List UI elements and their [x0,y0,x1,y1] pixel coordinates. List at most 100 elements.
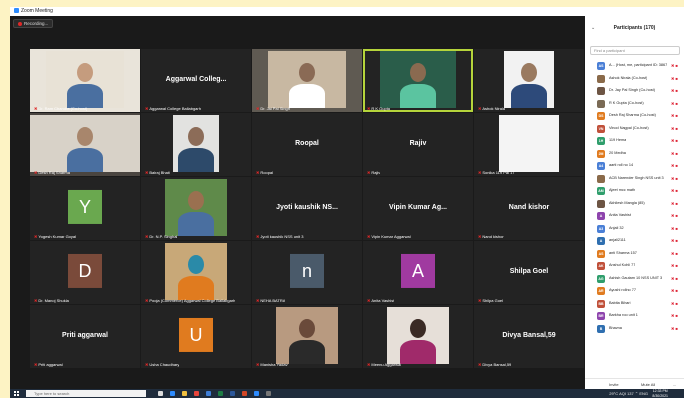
windows-start-icon[interactable] [14,391,19,396]
muted-mic-icon[interactable]: ✖ ■ [671,63,678,68]
mail-icon[interactable] [206,391,211,396]
participant-row[interactable]: BR Barkha roo unit 1 ✖ ■ [585,310,684,323]
muted-mic-icon[interactable]: ✖ ■ [671,188,678,193]
more-button[interactable]: ... [673,382,676,387]
word-icon[interactable] [230,391,235,396]
recording-badge[interactable]: Recording... [13,19,54,28]
system-tray[interactable]: 29°C AQI 137 ⌃ ENG [609,390,648,397]
edge-icon[interactable] [170,391,175,396]
participant-row[interactable]: A4 aarti roll no 14 ✖ ■ [585,160,684,173]
participant-row[interactable]: VN Vinod Nagpal (Co-host) ✖ ■ [585,123,684,136]
participant-row[interactable]: Dr. Jay Pal Singh (Co-host) ✖ ■ [585,85,684,98]
muted-mic-icon[interactable]: ✖ ■ [671,176,678,181]
zoom-icon[interactable] [254,391,259,396]
video-tile[interactable]: A ✖Anita Vashist [363,241,473,304]
video-tile[interactable]: ✖Desh Raj Sharma [30,113,140,176]
participant-name-text: Anita Vashist [371,298,395,303]
participant-row[interactable]: ACB Narender Singh NSS unit 3 ✖ ■ [585,173,684,186]
excel-icon[interactable] [218,391,223,396]
participant-row[interactable]: 2M 20 Medha ✖ ■ [585,148,684,161]
muted-mic-icon[interactable]: ✖ ■ [671,126,678,131]
participant-avatar [597,99,605,108]
participant-name: ACB Narender Singh NSS unit 3 [609,175,664,180]
participant-name-text: Usha Chaudhary [149,362,180,367]
muted-mic-icon[interactable]: ✖ ■ [671,313,678,318]
video-tile[interactable]: ✖Sonika 119 Pal 17 [474,113,584,176]
muted-mic-icon[interactable]: ✖ ■ [671,163,678,168]
muted-mic-icon[interactable]: ✖ ■ [671,101,678,106]
participant-search-input[interactable]: Find a participant [590,46,680,55]
muted-mic-icon[interactable]: ✖ ■ [671,138,678,143]
muted-mic-icon: ✖ [478,170,482,175]
participant-row[interactable]: R K Gupta (Co-host) ✖ ■ [585,98,684,111]
muted-mic-icon[interactable]: ✖ ■ [671,301,678,306]
powerpoint-icon[interactable] [242,391,247,396]
participant-row[interactable]: AM Ajeet mcc math ✖ ■ [585,185,684,198]
video-tile[interactable]: Divya Bansal,59 ✖Divya Bansal,59 [474,305,584,368]
video-tile[interactable]: U ✖Usha Chaudhary [141,305,251,368]
video-tile[interactable]: ✖Pooja (Commerce) Aggarwal College Balla… [141,241,251,304]
video-tile[interactable]: ✖Dr. Ram Chandra (Co-host) [30,49,140,112]
taskbar-search-input[interactable]: Type here to search [26,390,146,397]
participant-list[interactable]: AS A... (Host, me, participant ID: 386706… [585,60,684,335]
video-tile[interactable]: Aggarwal Colleg... ✖Aggarwal College Ball… [141,49,251,112]
participant-avatar: A [401,253,435,288]
video-tile[interactable]: D ✖Dr. Manoj Shukla [30,241,140,304]
video-tile[interactable]: ✖Dr. Jai Pal Singh [252,49,362,112]
participant-row[interactable]: AG Ashish Gautam 10 NSS UNIT 3 ✖ ■ [585,273,684,286]
participant-row[interactable]: BB Babita Bihari ✖ ■ [585,298,684,311]
clock[interactable]: 12:33 PM 8/30/2021 [652,389,668,398]
participant-row[interactable]: AS anti Sharma 157 ✖ ■ [585,248,684,261]
muted-mic-icon[interactable]: ✖ ■ [671,213,678,218]
video-tile[interactable]: Y ✖Yogesh Kumar Goyal [30,177,140,240]
participant-name-text: Meenu Aggarwal [371,362,402,367]
muted-mic-icon[interactable]: ✖ ■ [671,151,678,156]
muted-mic-icon[interactable]: ✖ ■ [671,76,678,81]
video-tile[interactable]: Roopal ✖Roopal [252,113,362,176]
muted-mic-icon[interactable]: ✖ ■ [671,238,678,243]
muted-mic-icon[interactable]: ✖ ■ [671,276,678,281]
participant-row[interactable]: AS A... (Host, me, participant ID: 386706… [585,60,684,73]
participant-row[interactable]: AR Ayushi rollno 77 ✖ ■ [585,285,684,298]
participant-row[interactable]: Ashok Nirala (Co-host) ✖ ■ [585,73,684,86]
muted-mic-icon[interactable]: ✖ ■ [671,226,678,231]
muted-mic-icon[interactable]: ✖ ■ [671,88,678,93]
participant-name: Ashish Gautam 10 NSS UNIT 3 [609,275,663,280]
participant-row[interactable]: A Anita Vashist ✖ ■ [585,210,684,223]
video-tile[interactable]: ✖Dr. N.P. Singhal [141,177,251,240]
app-icon[interactable] [266,391,271,396]
participant-avatar: 2M [597,149,605,158]
muted-mic-icon[interactable]: ✖ ■ [671,288,678,293]
video-tile[interactable]: ✖Meenu Aggarwal [363,305,473,368]
video-tile[interactable]: ✖Manisha Yadav [252,305,362,368]
task-view-icon[interactable] [158,391,163,396]
file-explorer-icon[interactable] [182,391,187,396]
mute-all-button[interactable]: Mute All [641,382,655,387]
muted-mic-icon[interactable]: ✖ ■ [671,113,678,118]
participant-name-text: Yogesh Kumar Goyal [38,234,77,239]
video-tile[interactable]: ✖R K Gupta [363,49,473,112]
video-tile[interactable]: n ✖NEHA BATRA [252,241,362,304]
video-tile[interactable]: Vipin Kumar Ag... ✖Vipin Kumar Aggarwal [363,177,473,240]
participant-row[interactable]: DS Desh Raj Sharma (Co-host) ✖ ■ [585,110,684,123]
video-tile[interactable]: Rajiv ✖Rajiv [363,113,473,176]
participant-row[interactable]: AK Anshul Kohli 77 ✖ ■ [585,260,684,273]
participant-row[interactable]: B Bhavna ✖ ■ [585,323,684,336]
chrome-icon[interactable] [194,391,199,396]
participant-row[interactable]: Aanjali2111 ✖ ■ [585,235,684,248]
participant-row[interactable]: 1H 119 Hema ✖ ■ [585,135,684,148]
video-tile[interactable]: Jyoti kaushik NS... ✖Jyoti kaushik NSS un… [252,177,362,240]
muted-mic-icon[interactable]: ✖ ■ [671,326,678,331]
participant-display-name: Divya Bansal,59 [502,332,556,339]
video-tile[interactable]: ✖Balraj Bhati [141,113,251,176]
muted-mic-icon[interactable]: ✖ ■ [671,263,678,268]
video-tile[interactable]: ✖Ashok Nirala [474,49,584,112]
participant-row[interactable]: A3 Anjali 32 ✖ ■ [585,223,684,236]
video-tile[interactable]: Shilpa Goel ✖Shilpa Goel [474,241,584,304]
participant-row[interactable]: Akhilesh Mangla (85) ✖ ■ [585,198,684,211]
muted-mic-icon[interactable]: ✖ ■ [671,251,678,256]
muted-mic-icon[interactable]: ✖ ■ [671,201,678,206]
video-tile[interactable]: Nand kishor ✖Nand kishor [474,177,584,240]
invite-button[interactable]: Invite [609,382,619,387]
video-tile[interactable]: Priti aggarwal ✖Priti aggarwal [30,305,140,368]
